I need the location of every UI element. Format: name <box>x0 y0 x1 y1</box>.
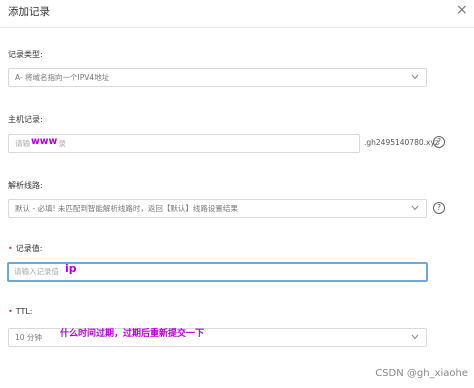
help-icon[interactable]: ? <box>433 202 445 214</box>
watermark: CSDN @gh_xiaohe <box>375 368 468 379</box>
required-mark: • <box>8 244 13 253</box>
dialog-header: 添加记录 × <box>0 0 474 28</box>
dialog-title: 添加记录 <box>8 6 50 18</box>
resolution-line-value: 默认 - 必填! 未匹配到智能解析线路时，返回【默认】线路设置结果 <box>15 204 238 213</box>
host-record-input[interactable]: 请输www录 <box>8 134 360 153</box>
record-type-select[interactable]: A- 将域名指向一个IPV4地址 <box>8 68 427 87</box>
record-type-label: 记录类型: <box>8 50 43 59</box>
annotation-ip: ip <box>65 262 77 275</box>
host-record-label: 主机记录: <box>8 115 43 124</box>
resolution-line-label: 解析线路: <box>8 181 43 190</box>
record-type-value: A- 将域名指向一个IPV4地址 <box>15 73 110 82</box>
ttl-value: 10 分钟 <box>15 333 42 342</box>
required-mark: • <box>8 307 13 316</box>
record-value-placeholder: 请输入记录值 <box>14 267 59 276</box>
help-icon[interactable]: ? <box>433 136 445 148</box>
annotation-www: www <box>31 136 58 147</box>
close-icon[interactable]: × <box>456 2 468 18</box>
host-record-placeholder: 请输www录 <box>15 136 66 148</box>
chevron-down-icon <box>411 74 419 80</box>
domain-suffix: .gh2495140780.xyz <box>364 138 439 147</box>
chevron-down-icon <box>411 334 419 340</box>
chevron-down-icon <box>411 205 419 211</box>
ttl-label: • TTL: <box>8 307 33 316</box>
resolution-line-select[interactable]: 默认 - 必填! 未匹配到智能解析线路时，返回【默认】线路设置结果 <box>8 199 427 218</box>
record-value-label: • 记录值: <box>8 244 43 253</box>
annotation-ttl-note: 什么时间过期，过期后重新提交一下 <box>60 329 205 339</box>
